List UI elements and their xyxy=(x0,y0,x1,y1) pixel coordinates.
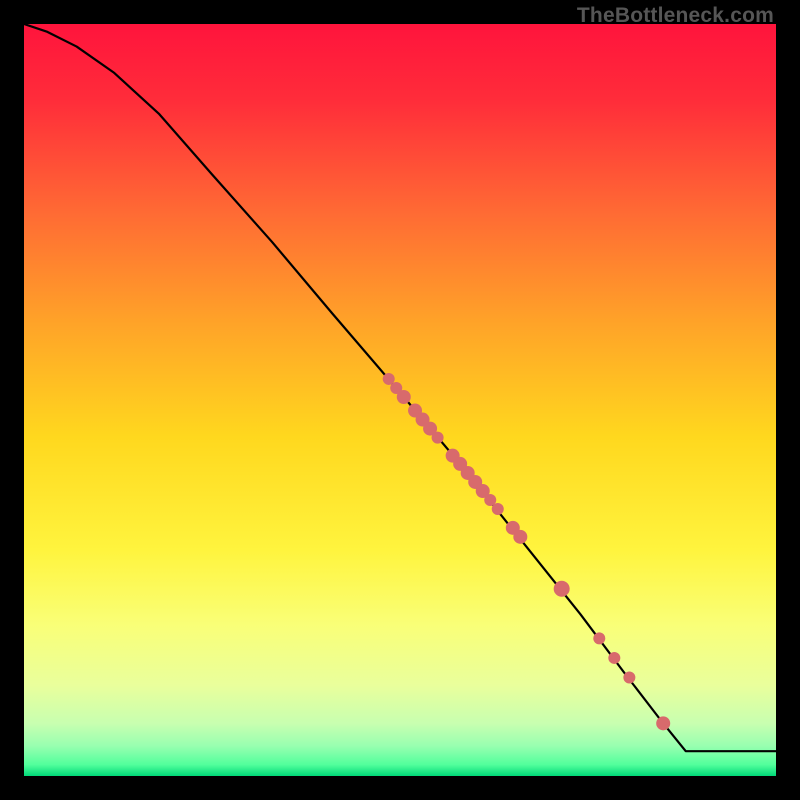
data-marker xyxy=(554,581,570,597)
data-marker xyxy=(492,503,504,515)
data-marker xyxy=(397,390,411,404)
data-marker xyxy=(656,716,670,730)
data-marker xyxy=(513,530,527,544)
chart-plot-area xyxy=(24,24,776,776)
data-marker xyxy=(623,671,635,683)
chart-frame: TheBottleneck.com xyxy=(0,0,800,800)
data-marker xyxy=(608,652,620,664)
data-marker xyxy=(432,432,444,444)
data-marker xyxy=(593,632,605,644)
chart-svg xyxy=(24,24,776,776)
